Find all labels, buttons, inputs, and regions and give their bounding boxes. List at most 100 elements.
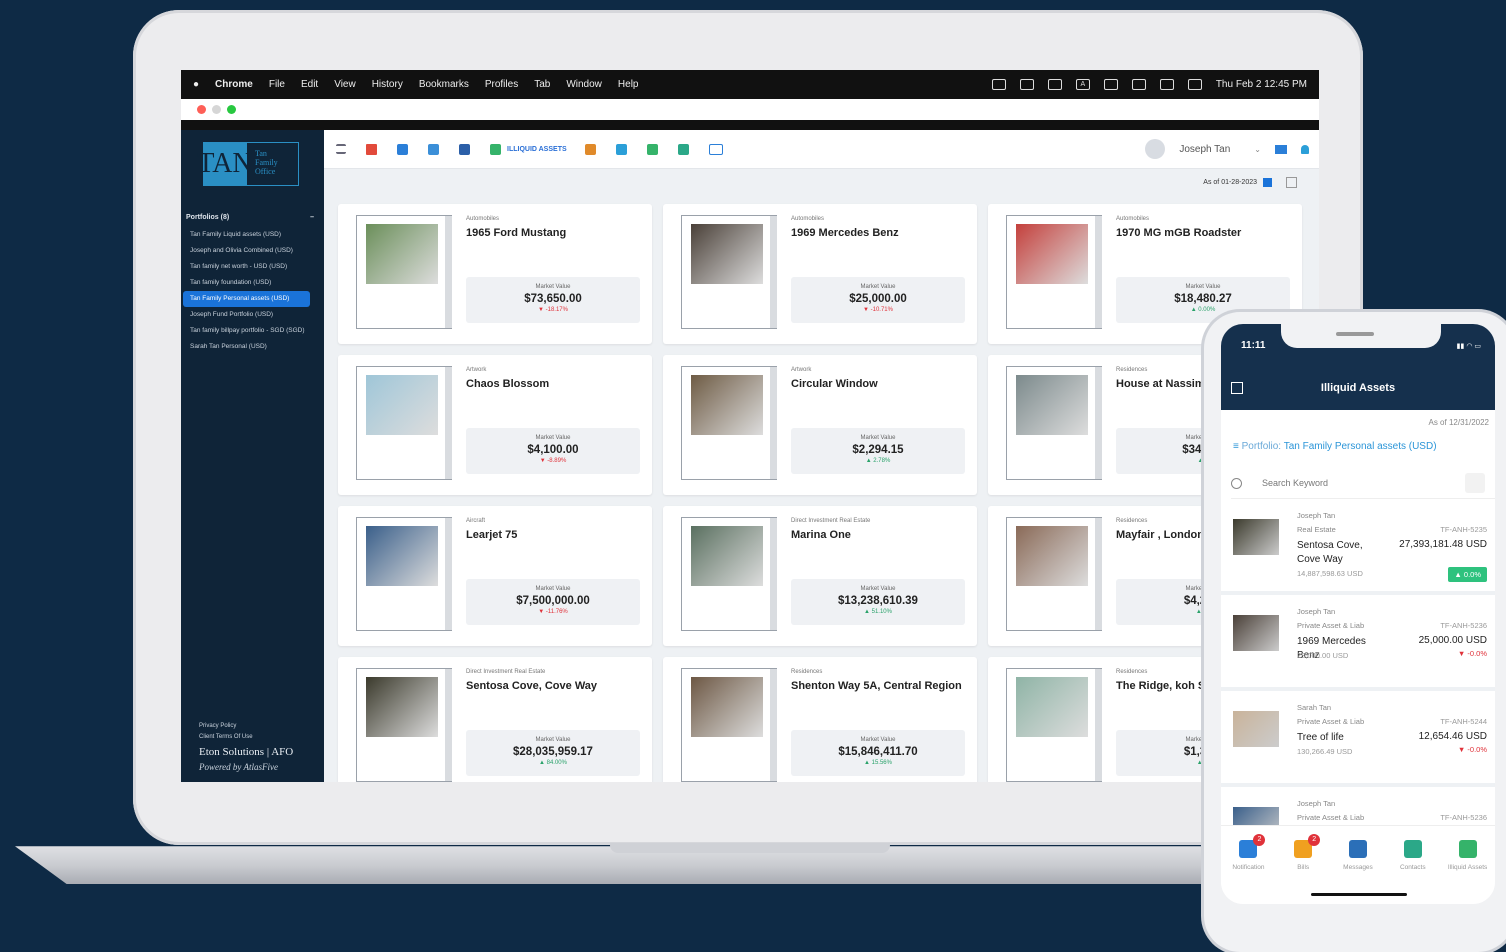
messages-icon[interactable] <box>459 143 470 155</box>
asset-card[interactable]: Automobiles 1965 Ford Mustang Market Value… <box>338 204 652 344</box>
portfolios-header[interactable]: Portfolios (8) – <box>186 214 324 221</box>
play-icon[interactable] <box>1047 79 1062 90</box>
asset-name[interactable]: Tree of life <box>1297 731 1387 745</box>
menu-help[interactable]: Help <box>618 79 639 90</box>
list-view-icon[interactable] <box>1286 176 1297 188</box>
asset-name[interactable]: Circular Window <box>791 377 971 392</box>
asset-card[interactable]: Artwork Chaos Blossom Market Value $4,100.0… <box>338 355 652 495</box>
asset-thumbnail[interactable] <box>681 215 777 329</box>
asset-thumbnail[interactable] <box>356 215 452 329</box>
privacy-policy-link[interactable]: Privacy Policy <box>199 723 293 729</box>
hamburger-menu-icon[interactable] <box>336 144 346 154</box>
asset-thumbnail[interactable] <box>356 517 452 631</box>
phone-nav-messages[interactable]: Messages <box>1333 840 1383 871</box>
zoom-window-button[interactable] <box>227 105 236 114</box>
apple-icon[interactable]: ● <box>193 79 199 90</box>
portfolio-item[interactable]: Tan Family Liquid assets (USD) <box>181 227 324 243</box>
portfolio-item[interactable]: Tan family billpay portfolio - SGD (SGD) <box>181 323 324 339</box>
asset-name[interactable]: Sentosa Cove, Cove Way <box>1297 539 1387 567</box>
calendar-icon[interactable] <box>428 143 439 155</box>
report-icon[interactable] <box>708 143 723 155</box>
menu-window[interactable]: Window <box>566 79 602 90</box>
thumbnail-scrollbar[interactable] <box>445 216 452 328</box>
control-center-icon[interactable] <box>1187 79 1202 90</box>
asset-thumbnail[interactable] <box>681 668 777 782</box>
thumbnail-scrollbar[interactable] <box>770 669 777 781</box>
phone-nav-bills[interactable]: 2 Bills <box>1278 834 1328 871</box>
asset-name[interactable]: Shenton Way 5A, Central Region <box>791 679 971 694</box>
asset-thumbnail[interactable] <box>681 366 777 480</box>
illiquid-assets-icon[interactable] <box>490 143 501 155</box>
sort-filter-icon[interactable] <box>1465 473 1485 493</box>
asset-thumbnail[interactable] <box>356 366 452 480</box>
asset-name[interactable]: 1969 Mercedes Benz <box>791 226 971 241</box>
asset-card[interactable]: Artwork Circular Window Market Value $2,294… <box>663 355 977 495</box>
phone-asset-row[interactable]: Sarah Tan Private Asset & Liab TF-ANH-5244… <box>1221 691 1495 787</box>
menu-history[interactable]: History <box>372 79 403 90</box>
dropbox-icon[interactable] <box>991 79 1006 90</box>
user-menu[interactable]: Joseph Tan ⌄ <box>1145 139 1309 159</box>
asset-name[interactable]: Learjet 75 <box>466 528 646 543</box>
asset-card[interactable]: Direct Investment Real Estate Marina One M… <box>663 506 977 646</box>
contacts-icon[interactable] <box>677 143 689 155</box>
asset-thumbnail[interactable] <box>356 668 452 782</box>
asset-name[interactable]: 1970 MG mGB Roadster <box>1116 226 1296 241</box>
client-terms-link[interactable]: Client Terms Of Use <box>199 734 293 740</box>
menu-edit[interactable]: Edit <box>301 79 318 90</box>
menu-tab[interactable]: Tab <box>534 79 550 90</box>
thumbnail-scrollbar[interactable] <box>1095 367 1102 479</box>
asset-thumbnail[interactable] <box>681 517 777 631</box>
asset-card[interactable]: Residences Shenton Way 5A, Central Region… <box>663 657 977 782</box>
thumbnail-scrollbar[interactable] <box>445 518 452 630</box>
phone-search-bar[interactable]: Search Keyword <box>1231 468 1495 499</box>
transfer-icon[interactable] <box>615 143 627 155</box>
documents-icon[interactable] <box>397 143 408 155</box>
thumbnail-scrollbar[interactable] <box>445 669 452 781</box>
user-avatar[interactable] <box>1145 139 1166 159</box>
phone-nav-illiquid-assets[interactable]: Illiquid Assets <box>1443 840 1493 871</box>
user-name[interactable]: Joseph Tan <box>1179 144 1230 155</box>
menu-bookmarks[interactable]: Bookmarks <box>419 79 469 90</box>
asset-name[interactable]: Marina One <box>791 528 971 543</box>
thumbnail-scrollbar[interactable] <box>770 367 777 479</box>
battery-icon[interactable] <box>1103 79 1118 90</box>
bell-icon[interactable] <box>1301 144 1309 154</box>
grid-view-icon[interactable] <box>1263 177 1272 187</box>
asset-card[interactable]: Aircraft Learjet 75 Market Value $7,500,000… <box>338 506 652 646</box>
portfolio-item[interactable]: Joseph and Olivia Combined (USD) <box>181 243 324 259</box>
mail-icon[interactable] <box>1275 144 1287 154</box>
thumbnail-scrollbar[interactable] <box>1095 216 1102 328</box>
phone-nav-notification[interactable]: 2 Notification <box>1223 834 1273 871</box>
thumbnail-scrollbar[interactable] <box>445 367 452 479</box>
asset-name[interactable]: Sentosa Cove, Cove Way <box>466 679 646 694</box>
asset-card[interactable]: Automobiles 1969 Mercedes Benz Market Valu… <box>663 204 977 344</box>
collapse-icon[interactable]: – <box>310 214 314 221</box>
menu-profiles[interactable]: Profiles <box>485 79 518 90</box>
search-input[interactable]: Search Keyword <box>1262 478 1328 488</box>
cloud-icon[interactable] <box>1019 79 1034 90</box>
phone-nav-contacts[interactable]: Contacts <box>1388 840 1438 871</box>
illiquid-assets-tab[interactable]: ILLIQUID ASSETS <box>507 146 567 153</box>
asset-thumbnail[interactable] <box>1006 215 1102 329</box>
minimize-window-button[interactable] <box>212 105 221 114</box>
asset-name[interactable]: 1965 Ford Mustang <box>466 226 646 241</box>
asset-card[interactable]: Direct Investment Real Estate Sentosa Cov… <box>338 657 652 782</box>
dashboard-icon[interactable] <box>366 143 377 155</box>
phone-asset-row[interactable]: Joseph Tan Real Estate TF-ANH-5235 Sentosa … <box>1221 499 1495 595</box>
phone-asset-row[interactable]: Joseph Tan Private Asset & Liab TF-ANH-523… <box>1221 595 1495 691</box>
thumbnail-scrollbar[interactable] <box>1095 518 1102 630</box>
puzzle-icon[interactable] <box>584 143 596 155</box>
portfolio-item[interactable]: Sarah Tan Personal (USD) <box>181 339 324 355</box>
file-icon[interactable] <box>646 143 658 155</box>
menubar-clock[interactable]: Thu Feb 2 12:45 PM <box>1216 79 1307 90</box>
portfolio-item[interactable]: Joseph Fund Portfolio (USD) <box>181 307 324 323</box>
close-window-button[interactable] <box>197 105 206 114</box>
menu-view[interactable]: View <box>334 79 356 90</box>
asset-thumbnail[interactable] <box>1006 366 1102 480</box>
spotlight-search-icon[interactable] <box>1159 79 1174 90</box>
asset-name[interactable]: Chaos Blossom <box>466 377 646 392</box>
portfolio-item[interactable]: Tan family net worth - USD (USD) <box>181 259 324 275</box>
asset-thumbnail[interactable] <box>1006 668 1102 782</box>
asset-thumbnail[interactable] <box>1006 517 1102 631</box>
menu-chrome[interactable]: Chrome <box>215 79 253 90</box>
